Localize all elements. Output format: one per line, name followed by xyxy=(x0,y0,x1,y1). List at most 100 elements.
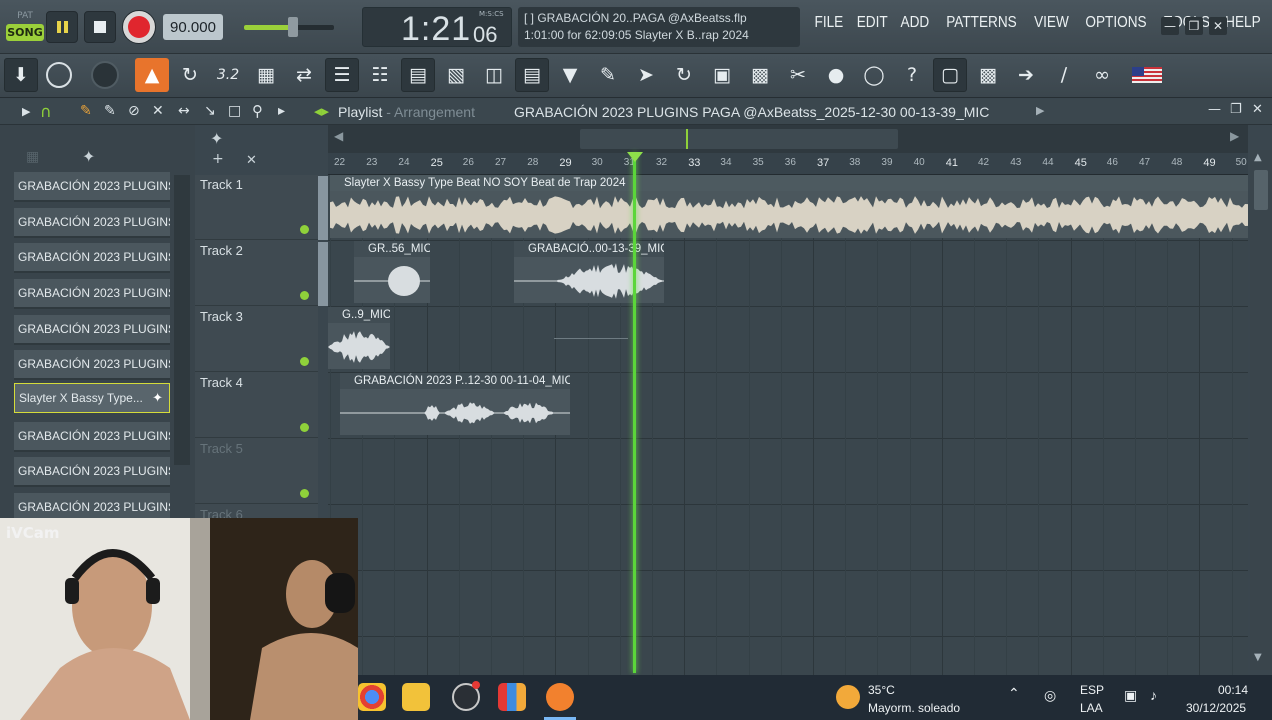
track-header-5[interactable]: Track 5 xyxy=(195,439,318,504)
keyboard-layout[interactable]: LAA xyxy=(1080,701,1103,715)
tempo-display[interactable]: 90.000 xyxy=(163,14,223,40)
picker-wave-icon[interactable]: ✦ xyxy=(210,129,223,148)
picker-item[interactable]: GRABACIÓN 2023 PLUGINS... xyxy=(14,315,170,345)
playlist-close-icon[interactable]: ✕ xyxy=(1252,102,1263,117)
menu-help[interactable]: HELP xyxy=(1222,14,1264,32)
microphone-icon[interactable]: ◎ xyxy=(1044,687,1056,704)
loop-record-icon[interactable]: ↻ xyxy=(173,58,207,92)
plugin-icon[interactable]: ▤ xyxy=(515,58,549,92)
clock-time[interactable]: 00:14 xyxy=(1218,683,1248,697)
chevron-up-icon[interactable]: ⌃ xyxy=(1008,685,1020,702)
export-icon[interactable]: ▩ xyxy=(743,58,777,92)
pencil-icon[interactable]: ✎ xyxy=(80,103,92,119)
link-icon[interactable]: ∞ xyxy=(1085,58,1119,92)
flag-icon[interactable] xyxy=(1128,58,1166,92)
refresh-icon[interactable]: ↻ xyxy=(667,58,701,92)
mixer-icon[interactable]: ☷ xyxy=(363,58,397,92)
restore-button[interactable]: ❐ xyxy=(1185,17,1203,35)
track-mute-led[interactable] xyxy=(300,225,309,234)
mic-icon[interactable]: ● xyxy=(819,58,853,92)
vertical-scrollbar[interactable]: ▲ ▼ xyxy=(1250,150,1272,670)
playlist-restore-icon[interactable]: ❐ xyxy=(1230,102,1242,117)
song-position-display[interactable]: M:S:CS 1:21 06 xyxy=(362,7,512,48)
menu-options[interactable]: OPTIONS xyxy=(1082,14,1150,32)
slip-icon[interactable]: ↔ xyxy=(178,103,190,119)
playlist-grid[interactable]: Slayter X Bassy Type Beat NO SOY Beat de… xyxy=(328,175,1248,675)
minimize-button[interactable]: — xyxy=(1161,17,1179,35)
mute-icon[interactable]: ✕ xyxy=(152,103,164,119)
audio-clip-track3[interactable]: G..9_MIC xyxy=(328,307,390,369)
select-icon[interactable]: □ xyxy=(228,103,241,119)
track-select-bar-1[interactable] xyxy=(318,176,328,240)
language-code[interactable]: ESP xyxy=(1080,683,1104,697)
step-edit-icon[interactable]: ▦ xyxy=(249,58,283,92)
wand-icon[interactable]: ∕ xyxy=(1047,58,1081,92)
master-volume-handle[interactable] xyxy=(288,17,298,37)
track-mute-led[interactable] xyxy=(300,357,309,366)
file-explorer-icon[interactable] xyxy=(402,683,430,711)
delete-icon[interactable]: ⊘ xyxy=(128,103,140,119)
volume-icon[interactable]: ♪ xyxy=(1150,687,1157,703)
playlist-minimize-icon[interactable]: — xyxy=(1208,102,1221,117)
vertical-scroll-thumb[interactable] xyxy=(1254,170,1268,210)
circle-icon[interactable] xyxy=(42,58,76,92)
piano-icon[interactable]: ▩ xyxy=(971,58,1005,92)
browser-icon[interactable]: ◫ xyxy=(477,58,511,92)
audio-clip-track2a[interactable]: GR..56_MIC xyxy=(354,241,430,303)
track-mute-led[interactable] xyxy=(300,423,309,432)
picker-scrollbar[interactable] xyxy=(174,175,190,465)
picker-item-selected[interactable]: Slayter X Bassy Type... ✦ xyxy=(14,383,170,413)
audio-clip-track4[interactable]: GRABACIÓN 2023 P..12-30 00-11-04_MIC xyxy=(340,373,570,435)
menu-view[interactable]: VIEW xyxy=(1031,14,1073,32)
blend-icon[interactable]: ⇄ xyxy=(287,58,321,92)
song-label[interactable]: SONG xyxy=(6,24,44,41)
playhead-marker-icon[interactable] xyxy=(627,152,643,162)
slice-icon[interactable]: ↘ xyxy=(204,103,216,119)
save-icon[interactable]: ▣ xyxy=(705,58,739,92)
cut-icon[interactable]: ✂ xyxy=(781,58,815,92)
picker-item[interactable]: GRABACIÓN 2023 PLUGINS... xyxy=(14,422,170,452)
picker-item[interactable]: GRABACIÓN 2023 PLUGINS... xyxy=(14,208,170,238)
download-icon[interactable]: ⬇ xyxy=(4,58,38,92)
pat-label[interactable]: PAT xyxy=(6,8,44,24)
window-icon[interactable]: ▢ xyxy=(933,58,967,92)
network-icon[interactable]: ▣ xyxy=(1124,687,1137,704)
scroll-down-icon[interactable]: ▼ xyxy=(1254,652,1262,663)
chevron-right-icon[interactable]: ▶ xyxy=(1036,104,1044,117)
picker-item[interactable]: GRABACIÓN 2023 PLUGINS... xyxy=(14,279,170,309)
picker-audio-icon[interactable]: ✦ xyxy=(82,147,95,166)
record-button[interactable] xyxy=(122,10,156,44)
chat-icon[interactable]: ◯ xyxy=(857,58,891,92)
metronome-icon[interactable]: ▲ xyxy=(135,58,169,92)
track-select-bar-2[interactable] xyxy=(318,242,328,306)
menu-patterns[interactable]: PATTERNS xyxy=(943,14,1020,32)
overview-scroll-thumb[interactable] xyxy=(580,129,898,149)
zoom-icon[interactable]: ⚲ xyxy=(252,102,263,120)
knob-icon[interactable] xyxy=(88,58,122,92)
chrome-icon[interactable] xyxy=(358,683,386,711)
timeline-overview[interactable]: ◀ ▶ xyxy=(328,125,1248,153)
track-mute-led[interactable] xyxy=(300,489,309,498)
track-header-3[interactable]: Track 3 xyxy=(195,307,318,372)
render-icon[interactable]: ✎ xyxy=(591,58,625,92)
scroll-right-icon[interactable]: ▶ xyxy=(1230,129,1239,143)
menu-arrow-icon[interactable]: ▶ xyxy=(22,105,30,118)
typing-keyboard-icon[interactable]: 3.2 xyxy=(211,58,245,92)
arrangement-arrows-icon[interactable]: ◂▸ xyxy=(314,102,329,120)
picker-grid-icon[interactable]: ▦ xyxy=(26,149,39,165)
bar-ruler[interactable]: 22 23 24 25 26 27 28 29 30 31 32 33 34 35 36 37 38 39 40 41… xyxy=(328,153,1248,175)
picker-item[interactable]: GRABACIÓN 2023 PLUGINS... xyxy=(14,172,170,202)
playhead-line[interactable] xyxy=(633,153,636,673)
track-header-2[interactable]: Track 2 xyxy=(195,241,318,306)
picker-item[interactable]: GRABACIÓN 2023 PLUGINS... xyxy=(14,350,170,380)
master-volume-slider[interactable] xyxy=(244,17,334,37)
scroll-left-icon[interactable]: ◀ xyxy=(334,129,343,143)
undo-icon[interactable]: ➤ xyxy=(629,58,663,92)
arrow-icon[interactable]: ➔ xyxy=(1009,58,1043,92)
audio-clip-track2b[interactable]: GRABACIÓ..00-13-39_MIC xyxy=(514,241,664,303)
add-track-icon[interactable]: + xyxy=(212,151,224,167)
channel-rack-icon[interactable]: ▤ xyxy=(401,58,435,92)
weather-text[interactable]: Mayorm. soleado xyxy=(868,701,960,715)
playlist-icon[interactable]: ☰ xyxy=(325,58,359,92)
audio-clip-track1[interactable]: Slayter X Bassy Type Beat NO SOY Beat de… xyxy=(330,175,1248,238)
